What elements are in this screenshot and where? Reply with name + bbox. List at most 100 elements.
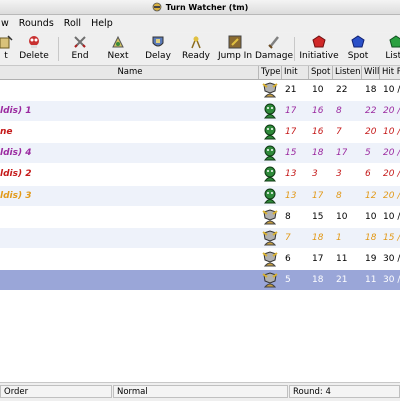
monster-avatar-icon xyxy=(262,145,278,161)
menu-view[interactable]: w xyxy=(0,18,14,29)
row-will: 18 xyxy=(365,232,377,243)
monster-avatar-icon xyxy=(262,103,278,119)
swords-icon xyxy=(73,35,87,49)
monster-avatar-icon xyxy=(262,166,278,182)
app-icon xyxy=(152,2,162,12)
table-row[interactable]: 7 18 1 18 15 / xyxy=(0,227,400,248)
column-header-spot[interactable]: Spot xyxy=(309,66,333,79)
table-row[interactable]: ldis) 3 13 17 8 12 20 / xyxy=(0,185,400,206)
jump-in-button[interactable]: Jump In xyxy=(215,35,255,61)
menu-help[interactable]: Help xyxy=(86,18,118,29)
ready-button[interactable]: Ready xyxy=(176,35,216,61)
table-row[interactable]: ldis) 4 15 18 17 5 20 / xyxy=(0,143,400,164)
row-name: ldis) 4 xyxy=(0,148,32,159)
row-listen: 10 xyxy=(336,211,348,222)
row-will: 6 xyxy=(365,169,371,180)
row-name xyxy=(0,228,258,248)
menu-roll[interactable]: Roll xyxy=(59,18,86,29)
monster-avatar-icon xyxy=(262,124,278,140)
next-turn-icon xyxy=(111,35,125,49)
table-row[interactable]: ldis) 2 13 3 3 6 20 / xyxy=(0,164,400,184)
window-title: Turn Watcher (tm) xyxy=(165,2,249,12)
row-init: 6 xyxy=(285,253,291,264)
player-avatar-icon xyxy=(262,251,278,267)
row-name: ldis) 2 xyxy=(0,169,32,180)
table-row[interactable]: 5 18 21 11 30 / xyxy=(0,269,400,290)
toolbar-separator xyxy=(294,37,295,61)
row-spot: 16 xyxy=(312,127,324,138)
row-init: 13 xyxy=(285,169,297,180)
row-will: 18 xyxy=(365,85,377,95)
status-mode: Normal xyxy=(113,385,288,398)
jump-in-label: Jump In xyxy=(217,51,253,61)
delete-label: Delete xyxy=(19,51,49,61)
row-listen: 8 xyxy=(336,190,342,201)
delay-button[interactable]: Delay xyxy=(138,35,178,61)
row-spot: 18 xyxy=(312,274,324,285)
row-listen: 8 xyxy=(336,106,342,117)
initiative-die-icon xyxy=(312,35,326,49)
row-hp: 30 / xyxy=(383,253,400,264)
column-header-will[interactable]: Will xyxy=(362,66,380,79)
end-label: End xyxy=(71,51,89,61)
toolbar-separator xyxy=(58,37,59,61)
row-will: 19 xyxy=(365,253,377,264)
end-button[interactable]: End xyxy=(60,35,100,61)
shield-delay-icon xyxy=(151,35,165,49)
row-spot: 15 xyxy=(312,211,324,222)
row-will: 20 xyxy=(365,127,377,138)
listen-button[interactable]: Liste xyxy=(376,35,400,61)
listen-label: Liste xyxy=(385,51,400,61)
jump-in-icon xyxy=(228,35,242,49)
row-hp: 10 / xyxy=(383,211,400,222)
status-order: Order xyxy=(0,385,112,398)
table-row[interactable]: 6 17 11 19 30 / xyxy=(0,249,400,269)
menu-bar: w Rounds Roll Help xyxy=(0,15,400,32)
row-init: 7 xyxy=(285,232,291,243)
row-listen: 7 xyxy=(336,127,342,138)
column-header-listen[interactable]: Listen xyxy=(333,66,362,79)
player-avatar-icon xyxy=(262,209,278,225)
spot-die-icon xyxy=(351,35,365,49)
initiative-button[interactable]: Initiative xyxy=(299,35,339,61)
table-row[interactable]: 8 15 10 10 10 / xyxy=(0,207,400,227)
row-name: ne xyxy=(0,127,13,138)
row-listen: 22 xyxy=(336,85,348,95)
row-spot: 16 xyxy=(312,106,324,117)
row-name: ldis) 1 xyxy=(0,106,32,117)
player-avatar-icon xyxy=(262,82,278,98)
delete-button[interactable]: Delete xyxy=(14,35,54,61)
monster-avatar-icon xyxy=(262,188,278,204)
next-button[interactable]: Next xyxy=(98,35,138,61)
row-will: 12 xyxy=(365,190,377,201)
row-init: 5 xyxy=(285,274,291,285)
title-bar: Turn Watcher (tm) xyxy=(0,0,400,15)
combatant-table: Name Type Init Spot Listen Will Hit P 21… xyxy=(0,66,400,382)
column-header-hit-points[interactable]: Hit P xyxy=(380,66,400,79)
damage-button[interactable]: Damage xyxy=(254,35,294,61)
table-row[interactable]: ne 17 16 7 20 10 / xyxy=(0,122,400,142)
spot-button[interactable]: Spot xyxy=(338,35,378,61)
player-avatar-icon xyxy=(262,272,278,288)
row-name xyxy=(0,80,258,100)
column-header-init[interactable]: Init xyxy=(282,66,309,79)
column-header-type[interactable]: Type xyxy=(259,66,282,79)
table-row[interactable]: 21 10 22 18 10 / xyxy=(0,80,400,100)
row-listen: 11 xyxy=(336,253,348,264)
menu-rounds[interactable]: Rounds xyxy=(14,18,59,29)
row-hp: 15 / xyxy=(383,232,400,243)
row-hp: 30 / xyxy=(383,274,400,285)
table-row[interactable]: ldis) 1 17 16 8 22 20 / xyxy=(0,101,400,122)
damage-label: Damage xyxy=(255,51,293,61)
row-name xyxy=(0,249,258,269)
row-spot: 18 xyxy=(312,232,324,243)
player-avatar-icon xyxy=(262,230,278,246)
initiative-label: Initiative xyxy=(299,51,339,61)
row-spot: 3 xyxy=(312,169,318,180)
next-label: Next xyxy=(107,51,129,61)
row-listen: 21 xyxy=(336,274,348,285)
row-init: 8 xyxy=(285,211,291,222)
row-init: 17 xyxy=(285,106,297,117)
row-listen: 3 xyxy=(336,169,342,180)
column-header-name[interactable]: Name xyxy=(0,66,259,79)
